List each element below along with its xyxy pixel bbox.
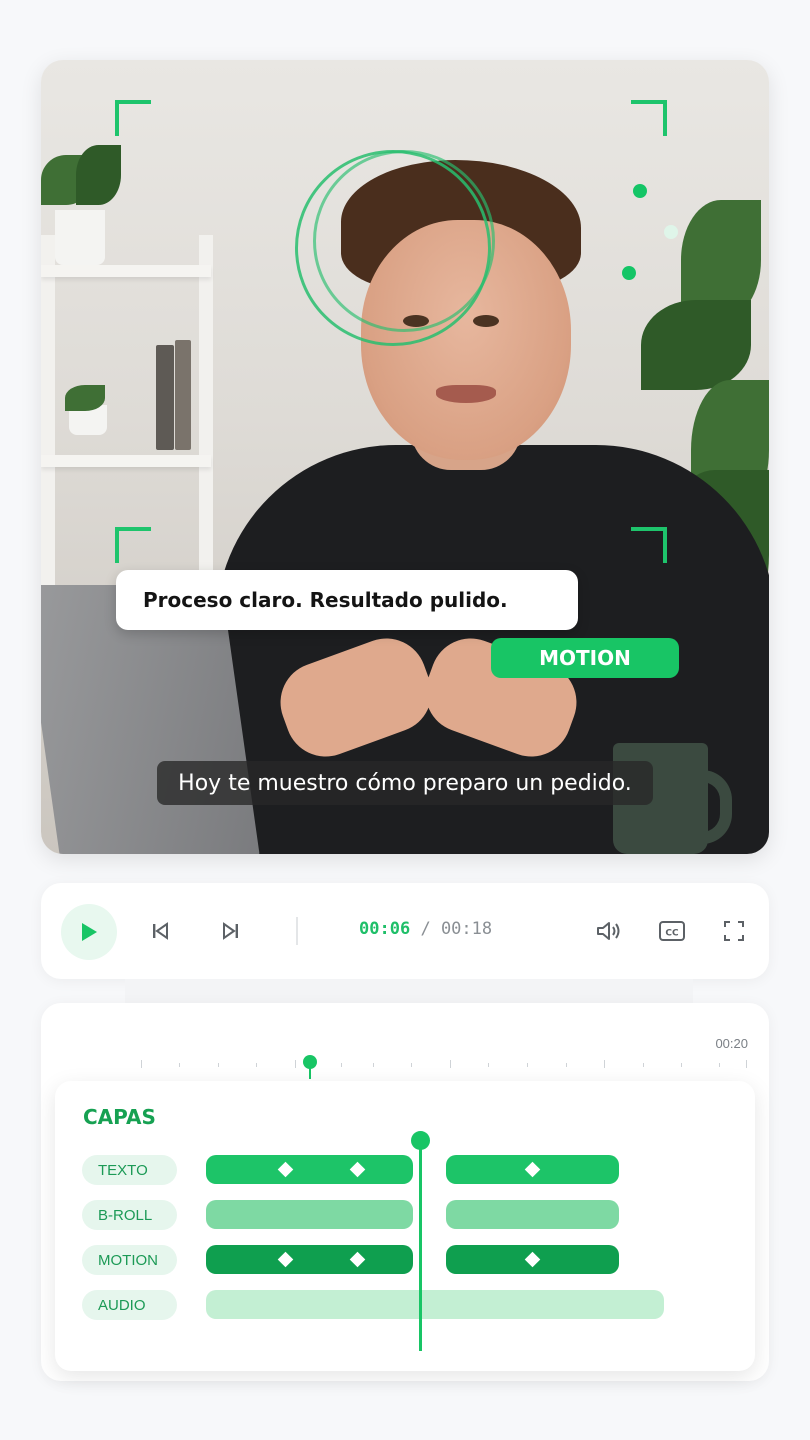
volume-icon	[597, 922, 620, 940]
play-icon	[82, 923, 97, 941]
face-tracking-ring-inner	[313, 150, 495, 332]
ruler-tick	[450, 1060, 451, 1068]
captions-icon-label: CC	[665, 929, 679, 939]
motion-clip[interactable]	[206, 1245, 413, 1274]
subtitle-text: Hoy te muestro cómo preparo un pedido.	[178, 770, 632, 796]
person-mouth	[436, 385, 496, 403]
plant-leaf	[65, 385, 105, 411]
captions-button[interactable]: CC	[657, 918, 687, 944]
person-eye	[473, 315, 499, 327]
title-card-text: Proceso claro. Resultado pulido.	[143, 588, 508, 612]
skip-forward-icon	[223, 922, 238, 940]
motion-clip[interactable]	[446, 1245, 619, 1274]
play-button[interactable]	[61, 904, 117, 960]
keyframe-diamond[interactable]	[349, 1161, 366, 1178]
fullscreen-button[interactable]	[720, 918, 748, 944]
player-controls: 00:06 / 00:18 CC	[41, 883, 769, 979]
ruler-tick	[746, 1060, 747, 1068]
controls-divider	[296, 917, 298, 945]
layer-label-text: MOTION	[98, 1251, 158, 1269]
layer-label-text: AUDIO	[98, 1296, 146, 1314]
ruler-tick	[218, 1063, 219, 1067]
ruler-tick	[373, 1063, 374, 1067]
playhead-knob[interactable]	[411, 1131, 430, 1150]
tracking-corner-bottom-right	[631, 527, 667, 563]
previous-button[interactable]	[148, 919, 172, 943]
tracking-corner-top-right	[631, 100, 667, 136]
current-time: 00:06	[359, 919, 411, 939]
captions-icon: CC	[659, 921, 685, 941]
ruler-tick	[341, 1063, 342, 1067]
layer-label-motion[interactable]: MOTION	[82, 1245, 177, 1275]
time-display: 00:06 / 00:18	[359, 919, 492, 939]
tracking-dot	[622, 266, 636, 280]
ruler-tick	[295, 1060, 296, 1068]
next-button[interactable]	[219, 919, 243, 943]
layer-label-text: B-ROLL	[98, 1206, 153, 1224]
books	[156, 345, 174, 450]
tracking-corner-top-left	[115, 100, 151, 136]
motion-tag-label: MOTION	[539, 646, 631, 670]
ruler-tick	[256, 1063, 257, 1067]
books	[175, 340, 191, 450]
ruler-tick	[179, 1063, 180, 1067]
broll-clip[interactable]	[446, 1200, 619, 1229]
text-clip[interactable]	[206, 1155, 413, 1184]
ruler-tick	[411, 1063, 412, 1067]
ruler-tick	[141, 1060, 142, 1068]
ruler-end-label: 00:20	[715, 1036, 748, 1051]
skip-back-icon	[153, 922, 168, 940]
ruler-playhead-stem	[309, 1063, 311, 1079]
ruler-tick	[488, 1063, 489, 1067]
layer-label-audio[interactable]: AUDIO	[82, 1290, 177, 1320]
layers-panel: CAPAS TEXTO B-ROLL MOTION AUDIO	[55, 1081, 755, 1371]
layer-label-texto[interactable]: TEXTO	[82, 1155, 177, 1185]
audio-clip[interactable]	[206, 1290, 664, 1319]
ruler-tick	[566, 1063, 567, 1067]
layers-title: CAPAS	[83, 1105, 156, 1129]
shelf-board	[41, 455, 211, 467]
volume-button[interactable]	[594, 918, 624, 944]
video-preview[interactable]	[41, 60, 769, 854]
time-separator: /	[420, 919, 431, 939]
plant-leaf	[641, 300, 751, 390]
keyframe-diamond[interactable]	[524, 1161, 541, 1178]
tracking-corner-bottom-left	[115, 527, 151, 563]
fullscreen-icon	[724, 921, 744, 941]
plant-leaf	[76, 145, 121, 205]
subtitle-caption: Hoy te muestro cómo preparo un pedido.	[157, 761, 653, 805]
layer-label-broll[interactable]: B-ROLL	[82, 1200, 177, 1230]
total-time: 00:18	[440, 919, 493, 939]
ruler-tick	[719, 1063, 720, 1067]
text-clip[interactable]	[446, 1155, 619, 1184]
keyframe-diamond[interactable]	[277, 1251, 294, 1268]
tracking-dot	[664, 225, 678, 239]
plant-pot	[55, 210, 105, 265]
ruler-tick	[604, 1060, 605, 1068]
keyframe-diamond[interactable]	[277, 1161, 294, 1178]
keyframe-diamond[interactable]	[349, 1251, 366, 1268]
ruler-tick	[527, 1063, 528, 1067]
motion-tag[interactable]: MOTION	[491, 638, 679, 678]
tracking-dot	[633, 184, 647, 198]
layer-label-text: TEXTO	[98, 1161, 148, 1179]
broll-clip[interactable]	[206, 1200, 413, 1229]
shelf-board	[41, 265, 211, 277]
ruler-tick	[643, 1063, 644, 1067]
title-card-overlay[interactable]: Proceso claro. Resultado pulido.	[116, 570, 578, 630]
keyframe-diamond[interactable]	[524, 1251, 541, 1268]
playhead-line	[419, 1141, 422, 1351]
ruler-tick	[681, 1063, 682, 1067]
